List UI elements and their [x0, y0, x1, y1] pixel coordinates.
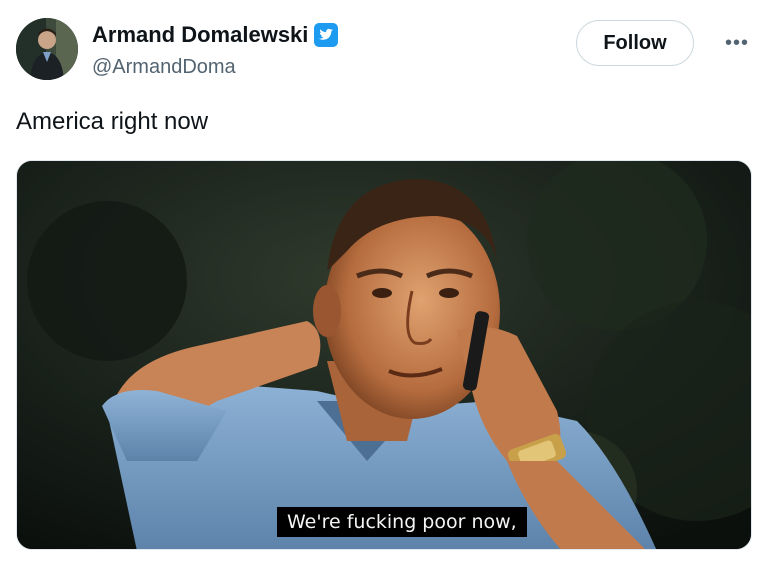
- avatar-image: [16, 18, 78, 80]
- tweet-media-image[interactable]: We're fucking poor now,: [16, 160, 752, 550]
- tweet-text: America right now: [16, 108, 209, 135]
- more-options-icon[interactable]: •••: [722, 30, 752, 56]
- twitter-bird-verified-icon: [314, 23, 339, 47]
- author-name[interactable]: Armand Domalewski: [92, 22, 308, 48]
- meme-still-image: [17, 161, 751, 549]
- author-handle[interactable]: @ArmandDoma: [92, 56, 236, 79]
- follow-button[interactable]: Follow: [576, 20, 694, 66]
- video-subtitle: We're fucking poor now,: [277, 507, 527, 537]
- author-name-row[interactable]: Armand Domalewski: [92, 22, 339, 48]
- author-avatar[interactable]: [16, 18, 78, 80]
